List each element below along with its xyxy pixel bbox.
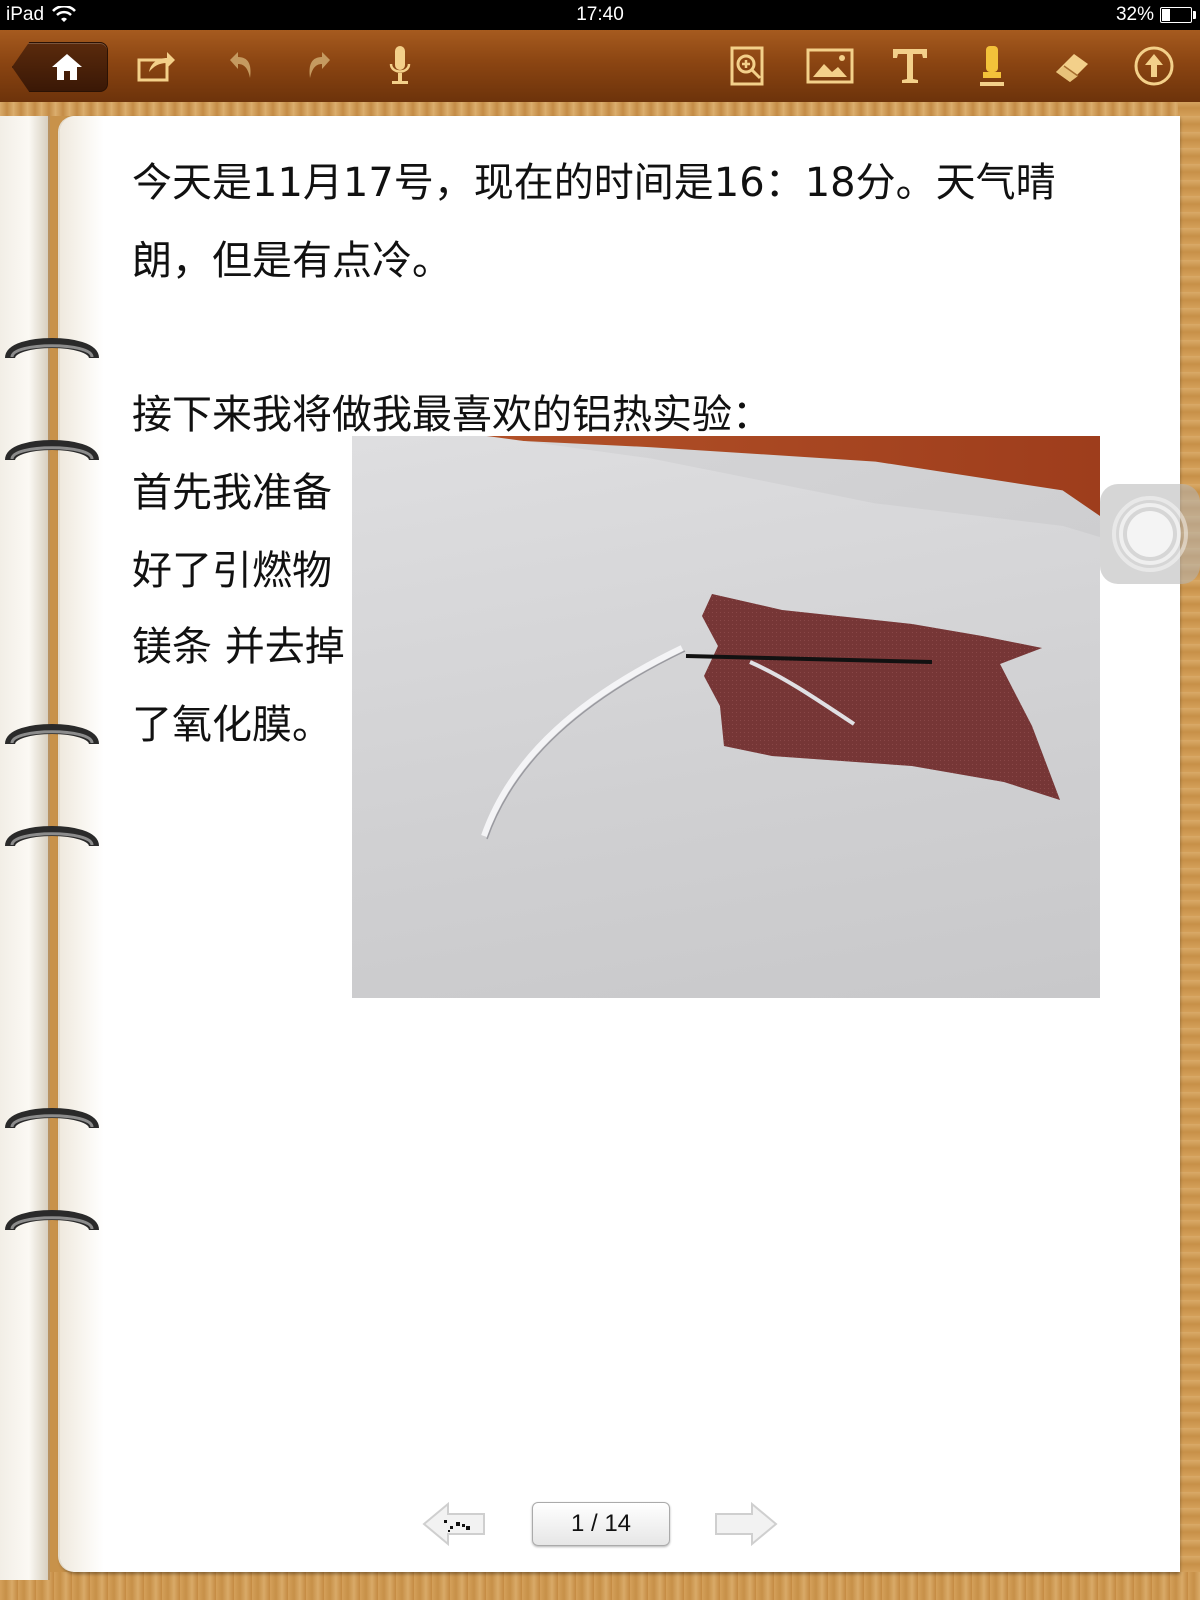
battery-percent: 32%	[1115, 4, 1154, 25]
redo-icon	[309, 52, 330, 78]
toolbar	[0, 30, 1200, 104]
zoom-page-icon	[730, 46, 764, 86]
eraser-button[interactable]	[1044, 38, 1100, 94]
battery-icon	[1160, 7, 1196, 23]
note-line: 了氧化膜。	[132, 702, 332, 748]
share-icon	[137, 52, 175, 82]
marker-button[interactable]	[964, 38, 1020, 94]
text-tool-icon	[893, 49, 927, 83]
insert-image-button[interactable]	[802, 38, 858, 94]
microphone-button[interactable]	[372, 38, 428, 94]
binder-ring-icon	[5, 826, 99, 848]
home-icon	[52, 54, 82, 80]
assistive-touch-icon	[1112, 496, 1188, 572]
home-button[interactable]	[12, 42, 108, 92]
note-line: 镁条 并去掉	[132, 624, 345, 670]
note-line: 接下来我将做我最喜欢的铝热实验：	[132, 392, 772, 438]
arrow-left-icon	[422, 1501, 485, 1547]
wood-trim-bottom	[0, 1572, 1200, 1600]
assistive-touch-button[interactable]	[1100, 484, 1200, 584]
binder-ring-icon	[5, 338, 99, 360]
upload-icon	[1134, 46, 1174, 86]
text-tool-button[interactable]	[882, 38, 938, 94]
binder-ring-icon	[5, 724, 99, 746]
binder-ring-icon	[5, 1108, 99, 1130]
zoom-page-button[interactable]	[720, 38, 776, 94]
undo-button[interactable]	[212, 38, 268, 94]
previous-page-button[interactable]	[420, 1500, 490, 1548]
sandpaper-and-magnesium-photo	[481, 594, 1060, 840]
note-line: 今天是11月17号，现在的时间是16：18分。天气晴	[132, 160, 1056, 206]
undo-icon	[230, 52, 251, 78]
wood-trim-top	[0, 102, 1200, 116]
binder-ring-icon	[5, 440, 99, 462]
inserted-photo[interactable]	[352, 436, 1100, 998]
microphone-icon	[389, 46, 411, 84]
note-line: 朗，但是有点冷。	[132, 238, 452, 284]
arrow-right-icon	[715, 1501, 778, 1547]
page-indicator[interactable]: 1 / 14	[532, 1502, 670, 1546]
insert-image-icon	[806, 48, 854, 84]
share-button[interactable]	[128, 38, 184, 94]
status-time: 17:40	[576, 4, 624, 25]
marker-icon	[980, 46, 1004, 86]
note-line: 好了引燃物	[132, 548, 332, 594]
next-page-button[interactable]	[710, 1500, 780, 1548]
note-line: 首先我准备	[132, 470, 332, 516]
status-bar: iPad 17:40 32%	[0, 0, 1200, 30]
eraser-icon	[1056, 54, 1088, 82]
wood-trim-right	[1178, 102, 1200, 1572]
redo-button[interactable]	[292, 38, 348, 94]
binder-ring-icon	[5, 1210, 99, 1232]
upload-button[interactable]	[1126, 38, 1182, 94]
